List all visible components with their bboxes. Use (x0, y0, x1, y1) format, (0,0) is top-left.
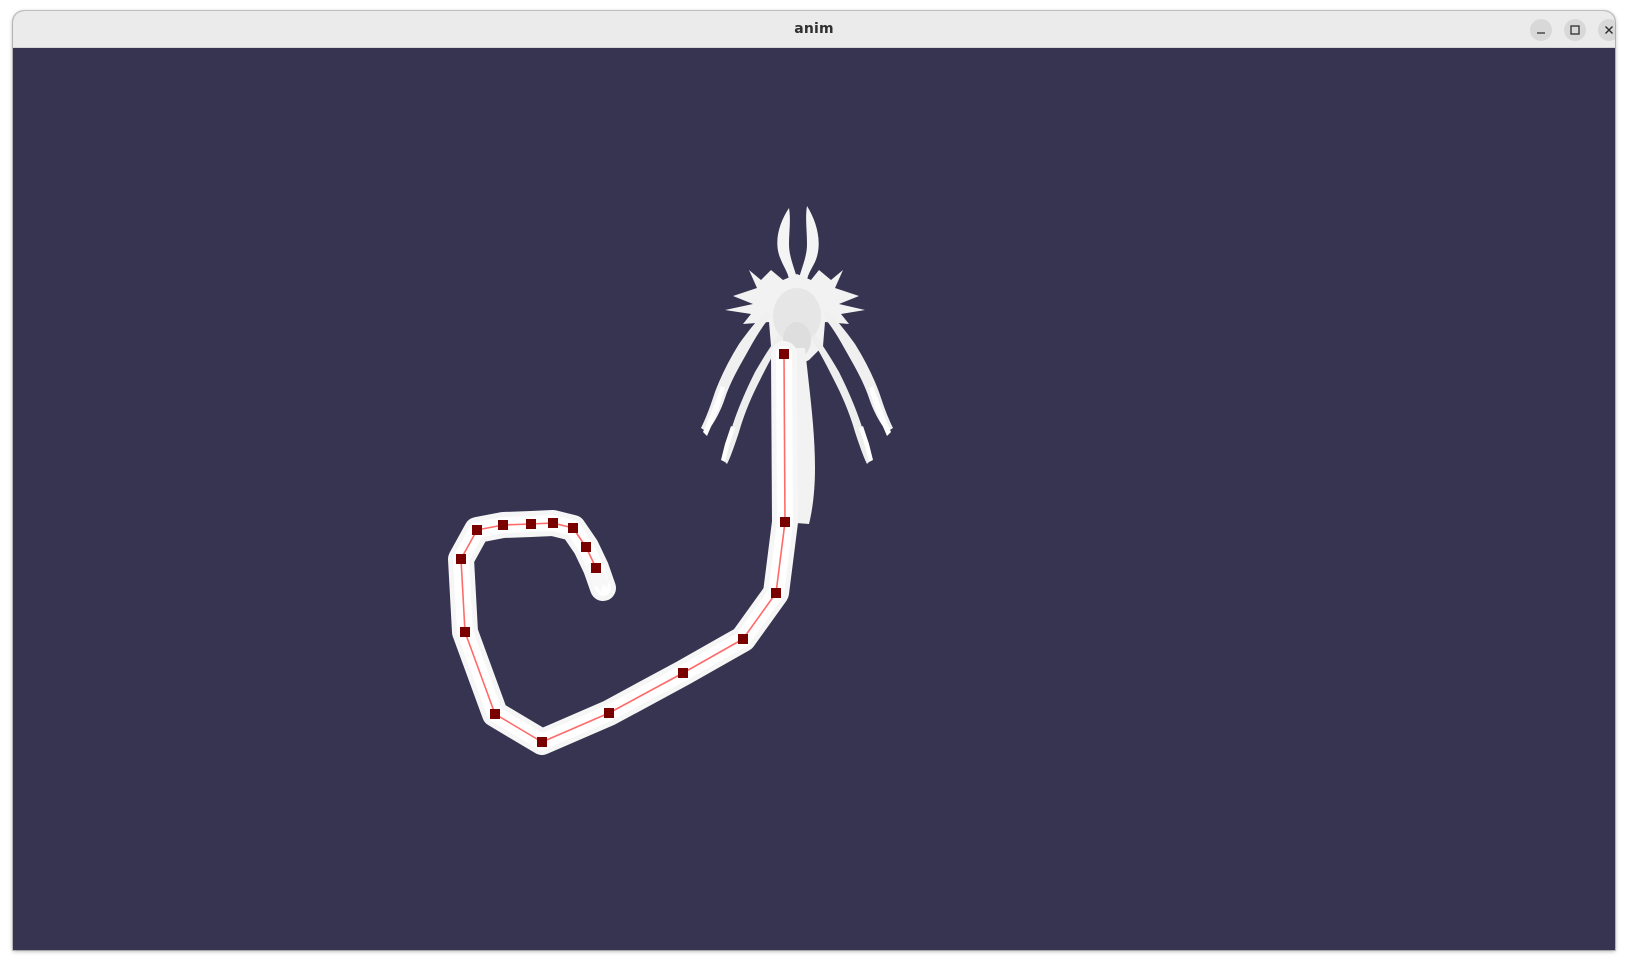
maximize-button[interactable] (1564, 19, 1586, 41)
app-window: anim (13, 11, 1615, 950)
joint[interactable] (472, 525, 482, 535)
close-icon (1605, 26, 1613, 34)
bone-chain (460, 353, 786, 743)
joint[interactable] (568, 523, 578, 533)
minimize-button[interactable] (1530, 19, 1552, 41)
joint[interactable] (460, 627, 470, 637)
joint[interactable] (498, 520, 508, 530)
joint[interactable] (591, 563, 601, 573)
joint[interactable] (526, 519, 536, 529)
joint[interactable] (738, 634, 748, 644)
creature-mesh (448, 206, 893, 755)
right-inner-arm (811, 334, 871, 464)
window-title: anim (794, 21, 834, 37)
joint[interactable] (490, 709, 500, 719)
left-outer-claw (703, 386, 725, 436)
maximize-icon (1570, 25, 1580, 35)
joint[interactable] (771, 588, 781, 598)
title-bar[interactable]: anim (13, 11, 1615, 48)
render-viewport[interactable] (13, 48, 1615, 950)
joint[interactable] (678, 668, 688, 678)
joint[interactable] (779, 349, 789, 359)
tail (448, 341, 798, 755)
joint[interactable] (456, 554, 466, 564)
joint[interactable] (780, 517, 790, 527)
right-outer-claw (869, 386, 891, 436)
joint[interactable] (537, 737, 547, 747)
minimize-icon (1537, 32, 1545, 34)
joint[interactable] (604, 708, 614, 718)
joint[interactable] (548, 518, 558, 528)
skeleton (460, 353, 786, 743)
scene-canvas (448, 206, 893, 755)
close-button[interactable] (1598, 19, 1615, 41)
joint[interactable] (581, 542, 591, 552)
